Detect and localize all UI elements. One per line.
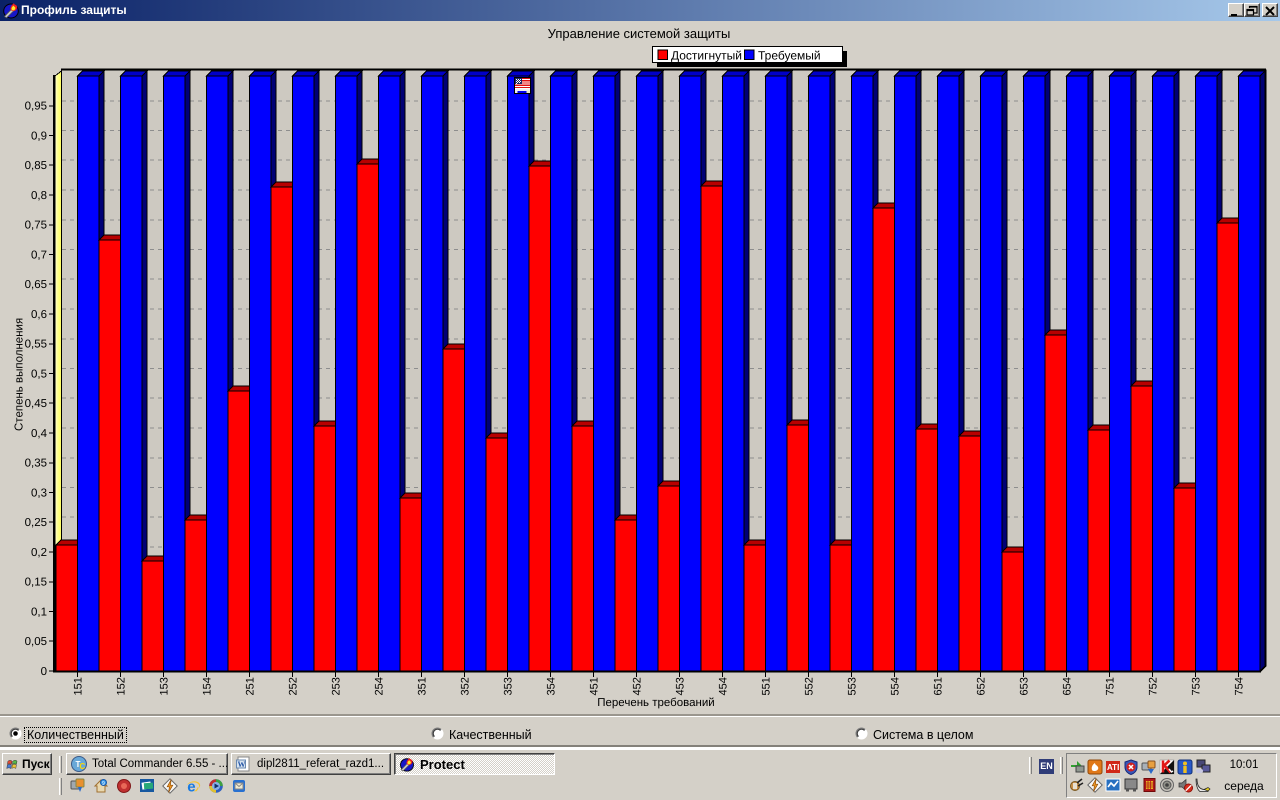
svg-text:353: 353 [503, 677, 515, 695]
svg-text:0,9: 0,9 [31, 130, 47, 142]
svg-text:451: 451 [589, 677, 601, 695]
svg-text:0,2: 0,2 [31, 547, 47, 559]
svg-text:554: 554 [890, 677, 902, 695]
svg-text:Перечень требований: Перечень требований [597, 697, 714, 709]
svg-text:0,65: 0,65 [25, 279, 47, 291]
svg-text:0,3: 0,3 [31, 487, 47, 499]
svg-text:0,35: 0,35 [25, 458, 47, 470]
svg-text:653: 653 [1019, 677, 1031, 695]
svg-text:251: 251 [245, 677, 257, 695]
svg-text:254: 254 [374, 677, 386, 695]
svg-text:Степень выполнения: Степень выполнения [14, 318, 26, 431]
svg-text:351: 351 [417, 677, 429, 695]
svg-text:753: 753 [1191, 677, 1203, 695]
svg-text:154: 154 [202, 677, 214, 695]
svg-text:654: 654 [1062, 677, 1074, 695]
svg-text:452: 452 [632, 677, 644, 695]
svg-text:454: 454 [718, 677, 730, 695]
svg-text:352: 352 [460, 677, 472, 695]
svg-text:W: W [238, 760, 246, 769]
svg-text:752: 752 [1148, 677, 1160, 695]
svg-text:0: 0 [41, 666, 47, 678]
svg-text:ATI: ATI [1107, 763, 1119, 772]
svg-text:0,75: 0,75 [25, 220, 47, 232]
svg-text:Требуемый: Требуемый [758, 49, 821, 63]
svg-text:152: 152 [116, 677, 128, 695]
svg-text:253: 253 [331, 677, 343, 695]
svg-text:651: 651 [933, 677, 945, 695]
svg-text:553: 553 [847, 677, 859, 695]
svg-text:754: 754 [1234, 677, 1246, 695]
svg-text:0,25: 0,25 [25, 517, 47, 529]
svg-text:Управление системой защиты: Управление системой защиты [548, 26, 731, 41]
svg-text:C: C [80, 762, 86, 771]
svg-text:751: 751 [1105, 677, 1117, 695]
svg-text:Достигнутый: Достигнутый [671, 49, 742, 63]
svg-text:151: 151 [73, 677, 85, 695]
svg-text:0,95: 0,95 [25, 101, 47, 113]
svg-text:9: 9 [102, 781, 105, 787]
svg-text:0,5: 0,5 [31, 368, 47, 380]
svg-text:551: 551 [761, 677, 773, 695]
svg-text:0,15: 0,15 [25, 577, 47, 589]
svg-text:0,7: 0,7 [31, 249, 47, 261]
svg-text:252: 252 [288, 677, 300, 695]
svg-text:0,4: 0,4 [31, 428, 48, 440]
svg-text:0,6: 0,6 [31, 309, 47, 321]
svg-text:0,45: 0,45 [25, 398, 47, 410]
svg-text:0,1: 0,1 [31, 606, 47, 618]
svg-text:0,8: 0,8 [31, 190, 47, 202]
svg-text:0,85: 0,85 [25, 160, 47, 172]
svg-text:354: 354 [546, 677, 558, 695]
svg-text:652: 652 [976, 677, 988, 695]
svg-text:552: 552 [804, 677, 816, 695]
svg-text:0,55: 0,55 [25, 339, 47, 351]
svg-text:e: e [187, 779, 195, 795]
svg-text:453: 453 [675, 677, 687, 695]
svg-text:0,05: 0,05 [25, 636, 47, 648]
svg-text:153: 153 [159, 677, 171, 695]
